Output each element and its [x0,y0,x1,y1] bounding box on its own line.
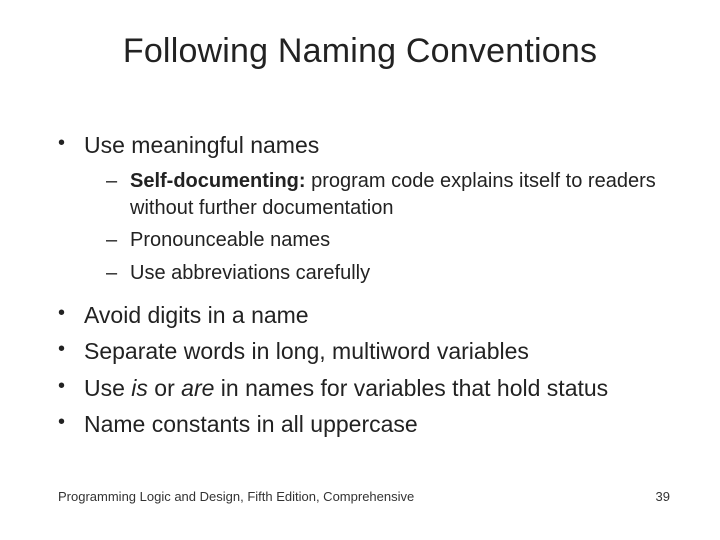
bullet-text-pre: Use [84,375,131,401]
bullet-text: Avoid digits in a name [84,302,309,328]
bullet-item: Use is or are in names for variables tha… [58,373,670,403]
sub-bullet-item: Use abbreviations carefully [106,260,670,286]
footer-text: Programming Logic and Design, Fifth Edit… [58,489,414,504]
bullet-item: Avoid digits in a name [58,300,670,330]
footer: Programming Logic and Design, Fifth Edit… [58,489,670,504]
sub-bullet-item: Self-documenting: program code explains … [106,168,670,221]
bullet-item: Use meaningful names Self-documenting: p… [58,130,670,286]
bullet-text-post: in names for variables that hold status [214,375,608,401]
sub-bullet-item: Pronounceable names [106,227,670,253]
bullet-item: Separate words in long, multiword variab… [58,336,670,366]
bullet-item: Name constants in all uppercase [58,409,670,439]
bullet-text: Name constants in all uppercase [84,411,418,437]
bullet-text: Use meaningful names [84,132,319,158]
bullet-text-italic: is [131,375,148,401]
bullet-list-2: Avoid digits in a name Separate words in… [58,300,670,439]
bullet-list-1: Use meaningful names Self-documenting: p… [58,130,670,286]
sub-bullet-list: Self-documenting: program code explains … [84,168,670,286]
sub-text: Use abbreviations carefully [130,262,370,284]
slide-body: Use meaningful names Self-documenting: p… [58,130,670,445]
sub-text: Pronounceable names [130,229,330,251]
bullet-text: Separate words in long, multiword variab… [84,338,529,364]
slide-title: Following Naming Conventions [0,32,720,71]
page-number: 39 [656,489,670,504]
bullet-text-mid: or [148,375,181,401]
bullet-text-italic: are [181,375,214,401]
slide: Following Naming Conventions Use meaning… [0,0,720,540]
sub-bold-label: Self-documenting: [130,170,306,192]
